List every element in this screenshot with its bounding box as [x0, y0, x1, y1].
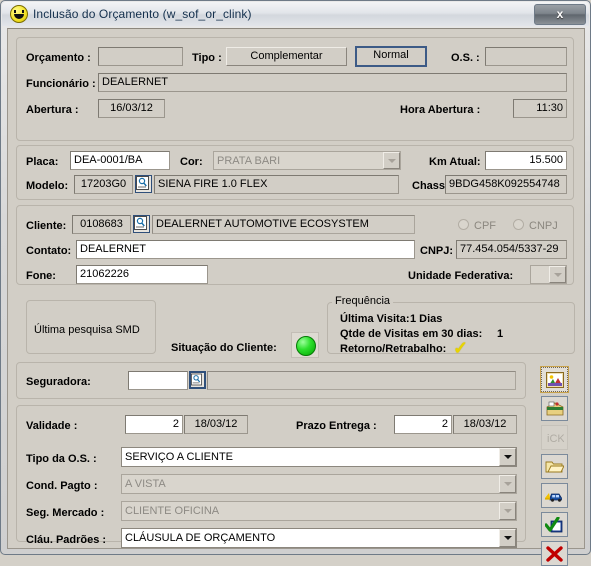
archive-box-icon — [546, 401, 563, 415]
cond-pagto-combo-arrow[interactable] — [499, 475, 516, 493]
placa-field[interactable]: DEA-0001/BA — [70, 151, 170, 170]
fone-field[interactable]: 21062226 — [76, 265, 208, 284]
contato-label: Contato: — [26, 245, 72, 257]
abertura-label: Abertura : — [26, 104, 79, 116]
seguradora-search-icon[interactable] — [189, 371, 206, 389]
retorno-label: Retorno/Retrabalho: — [340, 343, 447, 355]
prazo-label: Prazo Entrega : — [296, 420, 377, 432]
prazo-days-field[interactable]: 2 — [394, 415, 452, 434]
cnpj-label: CNPJ: — [420, 245, 454, 257]
tipo-label: Tipo : — [192, 52, 222, 64]
tipo-complementar-button[interactable]: Complementar — [226, 47, 347, 66]
smd-label: Última pesquisa SMD — [34, 324, 140, 336]
uf-combo-arrow[interactable] — [549, 266, 566, 283]
uf-label: Unidade Federativa: — [408, 270, 514, 282]
ultima-visita-label: Última Visita: — [340, 313, 410, 325]
chassi-field[interactable]: 9BDG458K092554748 — [445, 175, 567, 194]
red-x-icon — [546, 545, 563, 562]
qtde-visitas-value: 1 — [497, 328, 504, 340]
tipo-os-combo-arrow[interactable] — [499, 448, 516, 466]
cnpj-radio[interactable] — [513, 219, 524, 230]
modelo-search-icon[interactable] — [135, 175, 152, 193]
clau-padroes-combo-arrow[interactable] — [499, 529, 516, 547]
situacao-led-box — [291, 332, 319, 358]
check-icon: ✓ — [453, 338, 469, 358]
km-field[interactable]: 15.500 — [485, 151, 567, 170]
close-button[interactable]: x — [534, 4, 586, 25]
green-check-icon — [545, 516, 563, 532]
titlebar: Inclusão do Orçamento (w_sof_or_clink) x — [2, 2, 589, 26]
validade-label: Validade : — [26, 420, 78, 432]
cliente-name-field[interactable]: DEALERNET AUTOMOTIVE ECOSYSTEM — [152, 215, 415, 234]
hora-abertura-label: Hora Abertura : — [400, 104, 481, 116]
toolbar-archive-button[interactable] — [541, 396, 568, 421]
frequencia-caption: Frequência — [332, 295, 394, 307]
ultima-visita-value: 1 Dias — [410, 313, 443, 325]
prazo-date-field[interactable]: 18/03/12 — [453, 415, 517, 434]
smiley-icon — [10, 5, 28, 23]
seg-mercado-label: Seg. Mercado : — [26, 507, 105, 519]
toolbar-confirm-button[interactable] — [541, 512, 568, 537]
toolbar-picture-button[interactable] — [540, 366, 569, 393]
tipo-normal-button[interactable]: Normal — [355, 46, 427, 67]
clau-padroes-combo[interactable]: CLÁUSULA DE ORÇAMENTO — [121, 528, 517, 548]
client-area: Orçamento : Tipo : Complementar Normal O… — [7, 28, 585, 566]
open-folder-icon — [545, 461, 564, 473]
orcamento-label: Orçamento : — [26, 52, 91, 64]
modelo-desc-field[interactable]: SIENA FIRE 1.0 FLEX — [154, 175, 399, 194]
cpf-label: CPF — [474, 220, 496, 232]
ick-text-icon: iCK — [547, 433, 564, 445]
abertura-field[interactable]: 16/03/12 — [98, 99, 165, 118]
contato-field[interactable]: DEALERNET — [76, 240, 415, 259]
seg-mercado-combo-arrow[interactable] — [499, 502, 516, 520]
funcionario-field[interactable]: DEALERNET — [98, 73, 567, 92]
toolbar-cancel-button[interactable] — [541, 541, 568, 566]
picture-icon — [545, 371, 564, 388]
modelo-code-field[interactable]: 17203G0 — [74, 175, 133, 194]
orcamento-field[interactable] — [98, 47, 183, 66]
cpf-radio[interactable] — [458, 219, 469, 230]
tipo-os-combo[interactable]: SERVIÇO A CLIENTE — [121, 447, 517, 467]
seg-mercado-combo[interactable]: CLIENTE OFICINA — [121, 501, 517, 521]
car-icon — [545, 492, 562, 502]
status-led — [296, 336, 316, 356]
modelo-label: Modelo: — [26, 180, 69, 192]
seguradora-code-field[interactable] — [128, 371, 188, 390]
placa-label: Placa: — [26, 156, 59, 168]
cnpj-radio-label: CNPJ — [529, 220, 558, 232]
cliente-search-icon[interactable] — [133, 215, 150, 233]
seguradora-label: Seguradora: — [26, 376, 91, 388]
tipo-os-label: Tipo da O.S. : — [26, 453, 97, 465]
validade-days-field[interactable]: 2 — [125, 415, 183, 434]
cliente-code-field[interactable]: 0108683 — [72, 215, 131, 234]
funcionario-label: Funcionário : — [26, 78, 96, 90]
cor-combo[interactable]: PRATA BARI — [213, 151, 401, 170]
km-label: Km Atual: — [429, 156, 481, 168]
os-label: O.S. : — [451, 52, 480, 64]
cliente-label: Cliente: — [26, 220, 67, 232]
app-window: Inclusão do Orçamento (w_sof_or_clink) x… — [0, 0, 591, 566]
cor-combo-arrow[interactable] — [383, 152, 400, 169]
clau-padroes-label: Cláu. Padrões : — [26, 534, 107, 546]
toolbar-ick-button: iCK — [541, 425, 568, 450]
fone-label: Fone: — [26, 270, 56, 282]
hora-abertura-field[interactable]: 11:30 — [513, 99, 567, 118]
cnpj-field[interactable]: 77.454.054/5337-29 — [456, 240, 567, 259]
svg-text:iCK: iCK — [547, 433, 564, 445]
cond-pagto-label: Cond. Pagto : — [26, 480, 98, 492]
window-title: Inclusão do Orçamento (w_sof_or_clink) — [33, 7, 252, 21]
validade-date-field[interactable]: 18/03/12 — [184, 415, 248, 434]
toolbar-open-folder-button[interactable] — [541, 454, 568, 479]
situacao-label: Situação do Cliente: — [171, 342, 277, 354]
toolbar-car-button[interactable] — [541, 483, 568, 508]
seguradora-name-field[interactable] — [207, 371, 516, 390]
cond-pagto-combo[interactable]: A VISTA — [121, 474, 517, 494]
cor-label: Cor: — [180, 156, 203, 168]
os-field[interactable] — [485, 47, 567, 66]
